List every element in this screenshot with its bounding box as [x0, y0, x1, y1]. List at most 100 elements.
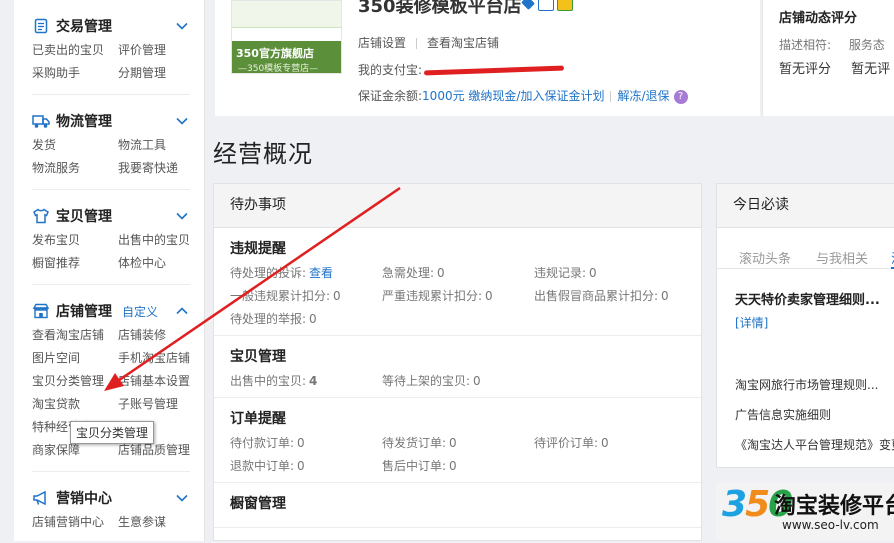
todo-header: 待办事项 [214, 184, 701, 228]
chevron-down-icon[interactable] [174, 208, 190, 224]
sidebar-links: 发布宝贝 出售中的宝贝 橱窗推荐 体检中心 [32, 232, 190, 272]
help-icon[interactable]: ? [673, 89, 688, 104]
sidebar-link[interactable]: 橱窗推荐 [32, 255, 118, 272]
todo-item: 售后中订单: 0 [382, 457, 534, 474]
shop-logo[interactable]: 350官方旗舰店 —350模板专营店— [231, 0, 342, 74]
news-item[interactable]: 淘宝网旅行市场管理规则... [735, 376, 878, 393]
sidebar-link[interactable]: 淘宝贷款 [32, 396, 118, 413]
todo-item-value[interactable]: 4 [309, 374, 317, 388]
todo-item-label: 出售假冒商品累计扣分: [534, 289, 659, 303]
shop-info-card: 350官方旗舰店 —350模板专营店— 350装修模板平台店 店铺设置 查看淘宝店… [215, 0, 760, 116]
todo-item-value: 0 [297, 459, 305, 473]
sidebar-section-header[interactable]: 宝贝管理 [32, 204, 190, 228]
tab-headlines[interactable]: 滚动头条 [739, 248, 791, 267]
tooltip: 宝贝分类管理 [70, 421, 155, 444]
sidebar-section-title: 店铺管理 [56, 304, 112, 320]
id-card-icon [538, 0, 554, 11]
todo-groups: 违规提醒 待处理的投诉: 查看 急需处理: 0 违规记录: 0 一般违规累计扣分: 0 严重违规累… [214, 228, 701, 528]
view-shop-link[interactable]: 查看淘宝店铺 [427, 36, 499, 50]
sidebar-link[interactable]: 发货 [32, 137, 118, 154]
deposit-amount-link[interactable]: 1000元 [422, 89, 465, 103]
sidebar-link[interactable]: 生意参谋 [118, 514, 198, 531]
tab-related[interactable]: 与我相关 [816, 248, 868, 267]
redaction-mark [424, 65, 565, 76]
today-header: 今日必读 [717, 184, 894, 228]
rating-title: 店铺动态评分 [779, 11, 858, 26]
sidebar-link[interactable]: 子账号管理 [118, 396, 198, 413]
sidebar-section-header[interactable]: 营销中心 [32, 486, 190, 510]
sidebar-section-header[interactable]: 交易管理 [32, 14, 190, 38]
rating-label-service: 服务态 [848, 38, 885, 52]
logo-title: 350官方旗舰店 [236, 47, 314, 60]
shop-rating-card: 店铺动态评分 描述相符: 服务态 暂无评分 暂无评 [762, 0, 894, 116]
sidebar-link[interactable]: 物流工具 [118, 137, 198, 154]
rating-value-service: 暂无评 [851, 62, 891, 77]
sidebar-section-header[interactable]: 店铺管理 自定义 [32, 299, 190, 323]
shop-name: 350装修模板平台店 [358, 0, 522, 17]
todo-item: 出售中的宝贝: 4 [230, 372, 382, 389]
todo-item: 待评价订单: 0 [534, 434, 694, 451]
sidebar-section: 营销中心 店铺营销中心 生意参谋 [32, 472, 190, 543]
sidebar-link[interactable]: 采购助手 [32, 65, 118, 82]
todo-item-value: 0 [297, 436, 305, 450]
todo-item-value: 0 [449, 436, 457, 450]
watermark-text: 淘宝装修平台 [774, 494, 894, 519]
news-item[interactable]: 广告信息实施细则 [735, 406, 831, 423]
refund-link[interactable]: 解冻/退保 [617, 89, 669, 103]
chevron-down-icon[interactable] [174, 490, 190, 506]
chevron-down-icon[interactable] [174, 18, 190, 34]
sidebar-link[interactable]: 评价管理 [118, 42, 198, 59]
customize-link[interactable]: 自定义 [122, 303, 158, 320]
sidebar-section-title: 宝贝管理 [56, 209, 112, 225]
sidebar-section-header[interactable]: 物流管理 [32, 109, 190, 133]
sidebar-link[interactable]: 手机淘宝店铺 [118, 350, 198, 367]
todo-item-label: 售后中订单: [382, 459, 447, 473]
megaphone-icon [32, 489, 50, 507]
sidebar-link[interactable]: 店铺品质管理 [118, 442, 198, 459]
sidebar-link[interactable]: 查看淘宝店铺 [32, 327, 118, 344]
chevron-down-icon[interactable] [174, 113, 190, 129]
todo-rows: 出售中的宝贝: 4 等待上架的宝贝: 0 [230, 372, 685, 389]
todo-item-label: 严重违规累计扣分: [382, 289, 483, 303]
todo-item-value: 0 [309, 312, 317, 326]
sidebar-link[interactable]: 商家保障 [32, 442, 118, 459]
todo-group: 橱窗管理 [214, 483, 701, 528]
sidebar-link[interactable]: 店铺装修 [118, 327, 198, 344]
today-panel: 今日必读 滚动头条 与我相关 活 天天特价卖家管理细则... [详情] 淘宝网旅… [716, 183, 894, 468]
todo-group: 订单提醒 待付款订单: 0 待发货订单: 0 待评价订单: 0 退款中订单: 0 售后中订单: 0 [214, 398, 701, 483]
sidebar-link[interactable]: 已卖出的宝贝 [32, 42, 118, 59]
sidebar-link[interactable]: 分期管理 [118, 65, 198, 82]
tshirt-icon [32, 207, 50, 225]
deposit-row: 保证金余额:1000元 缴纳现金/加入保证金计划 解冻/退保? [358, 87, 688, 104]
news-tabs: 滚动头条 与我相关 活 [717, 228, 894, 269]
truck-icon [32, 112, 50, 130]
chevron-up-icon[interactable] [174, 303, 190, 319]
todo-item-label: 违规记录: [534, 266, 587, 280]
todo-item: 出售假冒商品累计扣分: 0 [534, 287, 694, 304]
sidebar-link[interactable]: 我要寄快递 [118, 160, 198, 177]
todo-item-value[interactable]: 查看 [309, 266, 333, 280]
shop-settings-link[interactable]: 店铺设置 [358, 36, 406, 50]
sidebar-link[interactable]: 发布宝贝 [32, 232, 118, 249]
news-headline[interactable]: 天天特价卖家管理细则... [735, 289, 880, 308]
todo-item: 待发货订单: 0 [382, 434, 534, 451]
sidebar-link[interactable]: 店铺营销中心 [32, 514, 118, 531]
sidebar-link[interactable]: 宝贝分类管理 [32, 373, 118, 390]
watermark-url: www.seo-lv.com [782, 518, 879, 532]
todo-group: 宝贝管理 出售中的宝贝: 4 等待上架的宝贝: 0 [214, 336, 701, 398]
todo-item-value: 0 [449, 459, 457, 473]
sidebar-link[interactable]: 体检中心 [118, 255, 198, 272]
deposit-action-link[interactable]: 缴纳现金/加入保证金计划 [468, 89, 604, 103]
news-detail-link[interactable]: [详情] [735, 314, 768, 331]
sidebar-link[interactable]: 图片空间 [32, 350, 118, 367]
todo-item-value: 0 [661, 289, 669, 303]
todo-item: 急需处理: 0 [382, 264, 534, 281]
news-item[interactable]: 《淘宝达人平台管理规范》变更... [735, 436, 894, 453]
todo-item-label: 待付款订单: [230, 436, 295, 450]
sidebar-link[interactable]: 店铺基本设置 [118, 373, 198, 390]
todo-item-label: 等待上架的宝贝: [382, 374, 471, 388]
sidebar-links: 已卖出的宝贝 评价管理 采购助手 分期管理 [32, 42, 190, 82]
sidebar-link[interactable]: 物流服务 [32, 160, 118, 177]
sidebar-link[interactable]: 出售中的宝贝 [118, 232, 198, 249]
todo-item-label: 退款中订单: [230, 459, 295, 473]
